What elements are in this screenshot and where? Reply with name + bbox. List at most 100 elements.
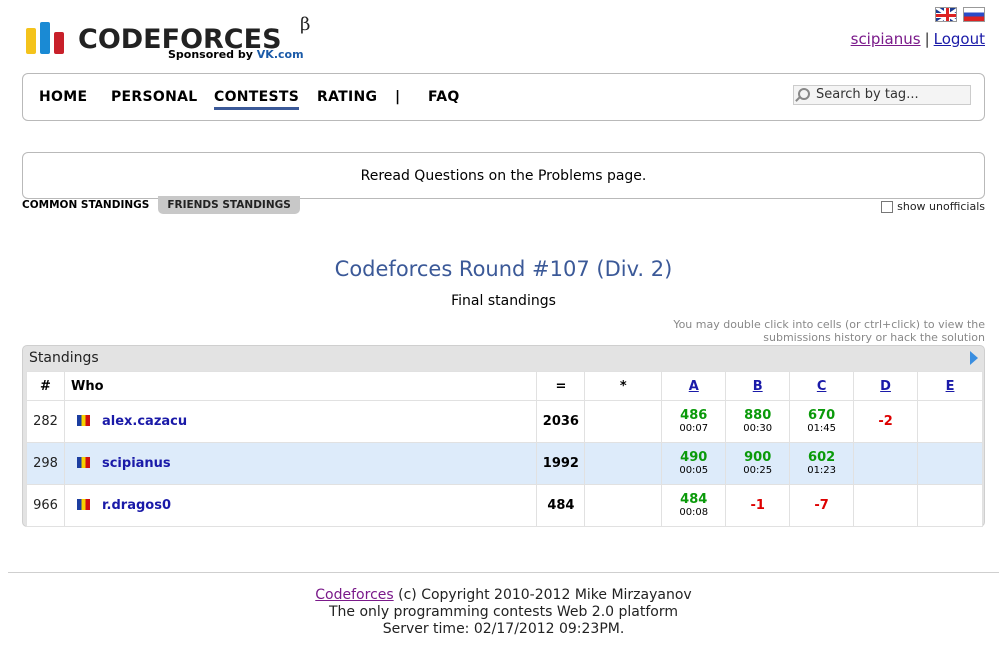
menu-rating[interactable]: RATING	[317, 89, 377, 105]
logout-link[interactable]: Logout	[934, 30, 985, 48]
col-points: =	[536, 371, 586, 401]
accepted-score: 900	[744, 450, 772, 465]
show-unofficial-label: show unofficials	[897, 200, 985, 213]
col-problem-b: B	[725, 371, 791, 401]
user-links: scipianus | Logout	[851, 30, 985, 48]
rank-cell: 298	[26, 442, 65, 485]
accepted-score: 670	[808, 408, 836, 423]
accepted-time: 00:05	[679, 465, 709, 476]
footer-codeforces-link[interactable]: Codeforces	[315, 587, 393, 603]
tag-search-input[interactable]: Search by tag...	[793, 85, 971, 105]
penalty-cell	[584, 400, 663, 443]
problem-e-link[interactable]: E	[946, 379, 955, 394]
search-placeholder: Search by tag...	[816, 87, 919, 102]
accepted-time: 01:45	[807, 423, 837, 434]
participant-cell: scipianus	[63, 442, 538, 485]
show-unofficial-toggle[interactable]: show unofficials	[881, 200, 985, 213]
accepted-score: 602	[808, 450, 836, 465]
announcement-text: Reread Questions on the Problems page.	[360, 168, 647, 184]
problem-d-link[interactable]: D	[880, 379, 891, 394]
participant-handle[interactable]: r.dragos0	[102, 498, 171, 513]
col-who: Who	[63, 371, 538, 401]
rejected-attempts: -2	[878, 414, 893, 429]
user-links-separator: |	[924, 30, 930, 48]
col-problem-a: A	[661, 371, 727, 401]
problem-cell[interactable]	[853, 442, 919, 485]
profile-link[interactable]: scipianus	[851, 30, 921, 48]
accepted-time: 00:25	[743, 465, 773, 476]
col-problem-d: D	[853, 371, 919, 401]
footer-line-1: Codeforces (c) Copyright 2010-2012 Mike …	[0, 587, 1007, 604]
standings-status: Final standings	[451, 293, 556, 309]
tab-friends-standings[interactable]: FRIENDS STANDINGS	[158, 196, 300, 214]
problem-cell[interactable]	[853, 484, 919, 527]
accepted-score: 490	[680, 450, 708, 465]
standings-header: Standings	[23, 346, 984, 370]
logo-beta: β	[300, 14, 311, 35]
problem-a-link[interactable]: A	[689, 379, 699, 394]
russia-flag-icon[interactable]	[963, 7, 985, 22]
contest-title: Codeforces Round #107 (Div. 2)	[334, 257, 673, 281]
announcement-box: Reread Questions on the Problems page.	[22, 152, 985, 199]
problem-cell[interactable]: -7	[789, 484, 855, 527]
participant-cell: alex.cazacu	[63, 400, 538, 443]
show-unofficial-checkbox[interactable]	[881, 200, 894, 213]
points-cell: 1992	[536, 442, 586, 485]
participant-handle[interactable]: scipianus	[102, 456, 171, 471]
problem-cell[interactable]: 602 01:23	[789, 442, 855, 485]
col-rank: #	[26, 371, 65, 401]
hint-line-2: submissions history or hack the solution	[763, 331, 985, 344]
menu-home[interactable]: HOME	[39, 89, 87, 105]
main-menu: HOME PERSONAL CONTESTS RATING | FAQ Sear…	[22, 73, 985, 121]
romania-flag-icon	[76, 499, 90, 510]
participant-handle[interactable]: alex.cazacu	[102, 414, 187, 429]
footer-divider	[8, 572, 999, 573]
problem-cell[interactable]: 880 00:30	[725, 400, 791, 443]
problem-cell[interactable]: -1	[725, 484, 791, 527]
col-problem-e: E	[917, 371, 983, 401]
problem-cell[interactable]	[917, 442, 983, 485]
standings-header-row: # Who = * A B C D E	[26, 371, 983, 401]
problem-cell[interactable]: 486 00:07	[661, 400, 727, 443]
problem-cell[interactable]: 490 00:05	[661, 442, 727, 485]
standings-panel: Standings # Who = * A B C D E 282 alex.c…	[22, 345, 985, 527]
tab-common-standings[interactable]: COMMON STANDINGS	[22, 196, 158, 214]
penalty-cell	[584, 484, 663, 527]
rank-cell: 282	[26, 400, 65, 443]
expand-arrow-icon[interactable]	[970, 351, 978, 365]
search-icon	[798, 88, 810, 100]
footer-line-2: The only programming contests Web 2.0 pl…	[329, 604, 678, 620]
standings-header-label: Standings	[29, 350, 99, 366]
romania-flag-icon	[76, 415, 90, 426]
participant-cell: r.dragos0	[63, 484, 538, 527]
table-row: 966 r.dragos0 484 484 00:08 -1 -7	[26, 484, 983, 527]
problem-c-link[interactable]: C	[817, 379, 827, 394]
standings-table: # Who = * A B C D E 282 alex.cazacu 2036…	[26, 371, 983, 527]
rejected-attempts: -7	[814, 498, 829, 513]
problem-cell[interactable]: -2	[853, 400, 919, 443]
logo-sponsor: Sponsored by VK.com	[168, 48, 304, 61]
problem-cell[interactable]: 484 00:08	[661, 484, 727, 527]
standings-hint: You may double click into cells (or ctrl…	[605, 318, 985, 344]
problem-cell[interactable]: 670 01:45	[789, 400, 855, 443]
menu-faq[interactable]: FAQ	[428, 89, 460, 105]
penalty-cell	[584, 442, 663, 485]
col-penalty: *	[584, 371, 663, 401]
standings-tabs: COMMON STANDINGS FRIENDS STANDINGS	[22, 196, 300, 214]
menu-personal[interactable]: PERSONAL	[111, 89, 197, 105]
uk-flag-icon[interactable]	[935, 7, 957, 22]
romania-flag-icon	[76, 457, 90, 468]
rejected-attempts: -1	[750, 498, 765, 513]
rank-cell: 966	[26, 484, 65, 527]
points-cell: 2036	[536, 400, 586, 443]
menu-contests[interactable]: CONTESTS	[214, 89, 300, 110]
problem-cell[interactable]	[917, 484, 983, 527]
footer: Codeforces (c) Copyright 2010-2012 Mike …	[0, 587, 1007, 638]
menu-separator: |	[395, 89, 401, 105]
problem-cell[interactable]	[917, 400, 983, 443]
problem-cell[interactable]: 900 00:25	[725, 442, 791, 485]
server-time: Server time: 02/17/2012 09:23PM.	[382, 621, 625, 637]
accepted-time: 00:30	[743, 423, 773, 434]
problem-b-link[interactable]: B	[753, 379, 763, 394]
language-flags	[935, 7, 985, 22]
